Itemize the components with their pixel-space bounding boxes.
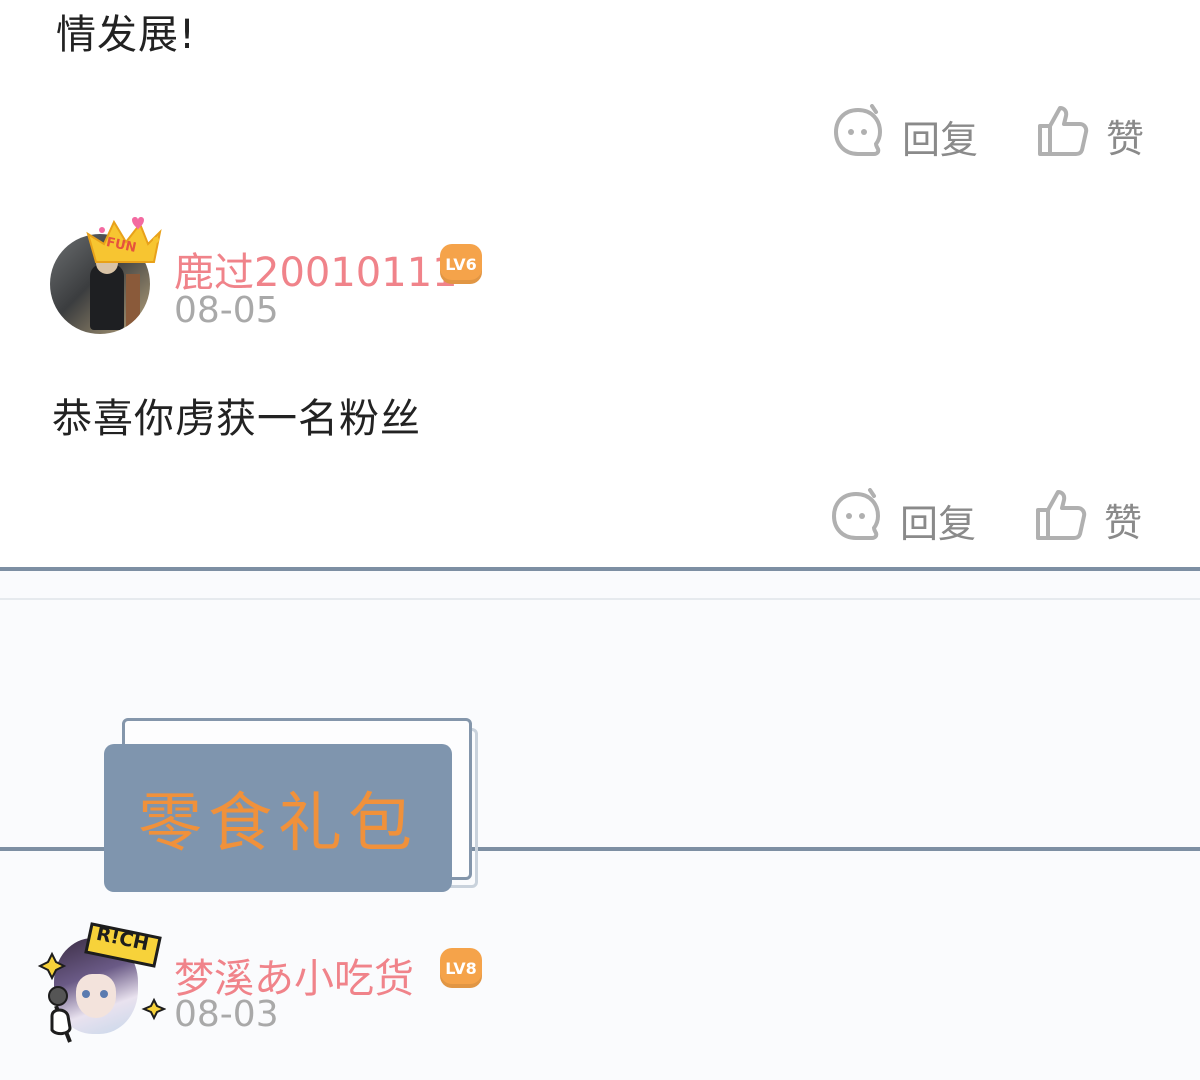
level-badge: LV6	[440, 244, 482, 284]
like-label: 赞	[1104, 501, 1143, 545]
reply-bubble-icon	[830, 104, 886, 169]
like-label: 赞	[1106, 117, 1145, 161]
thumbs-up-icon	[1034, 488, 1088, 551]
banner-label: 零食礼包	[138, 787, 418, 861]
avatar-crown-frame: FUN	[82, 214, 164, 274]
reply-bubble-icon	[828, 488, 884, 553]
reply-button[interactable]: 回复	[828, 488, 976, 553]
reply-label: 回复	[900, 502, 977, 546]
level-badge: LV8	[440, 948, 482, 988]
like-button[interactable]: 赞	[1034, 488, 1142, 551]
reply-button[interactable]: 回复	[830, 104, 978, 169]
thumbs-up-icon	[1036, 104, 1090, 167]
comment-text: 恭喜你虏获一名粉丝	[52, 396, 421, 442]
comment-text: 情发展!	[56, 12, 197, 58]
reply-label: 回复	[902, 118, 979, 162]
avatar-rich-frame: R!CH	[36, 920, 167, 1050]
comment-date: 08-05	[174, 290, 279, 331]
comment-date: 08-03	[174, 994, 279, 1035]
like-button[interactable]: 赞	[1036, 104, 1144, 167]
thin-divider	[0, 598, 1200, 600]
snack-gift-banner[interactable]: 零食礼包	[104, 744, 452, 892]
